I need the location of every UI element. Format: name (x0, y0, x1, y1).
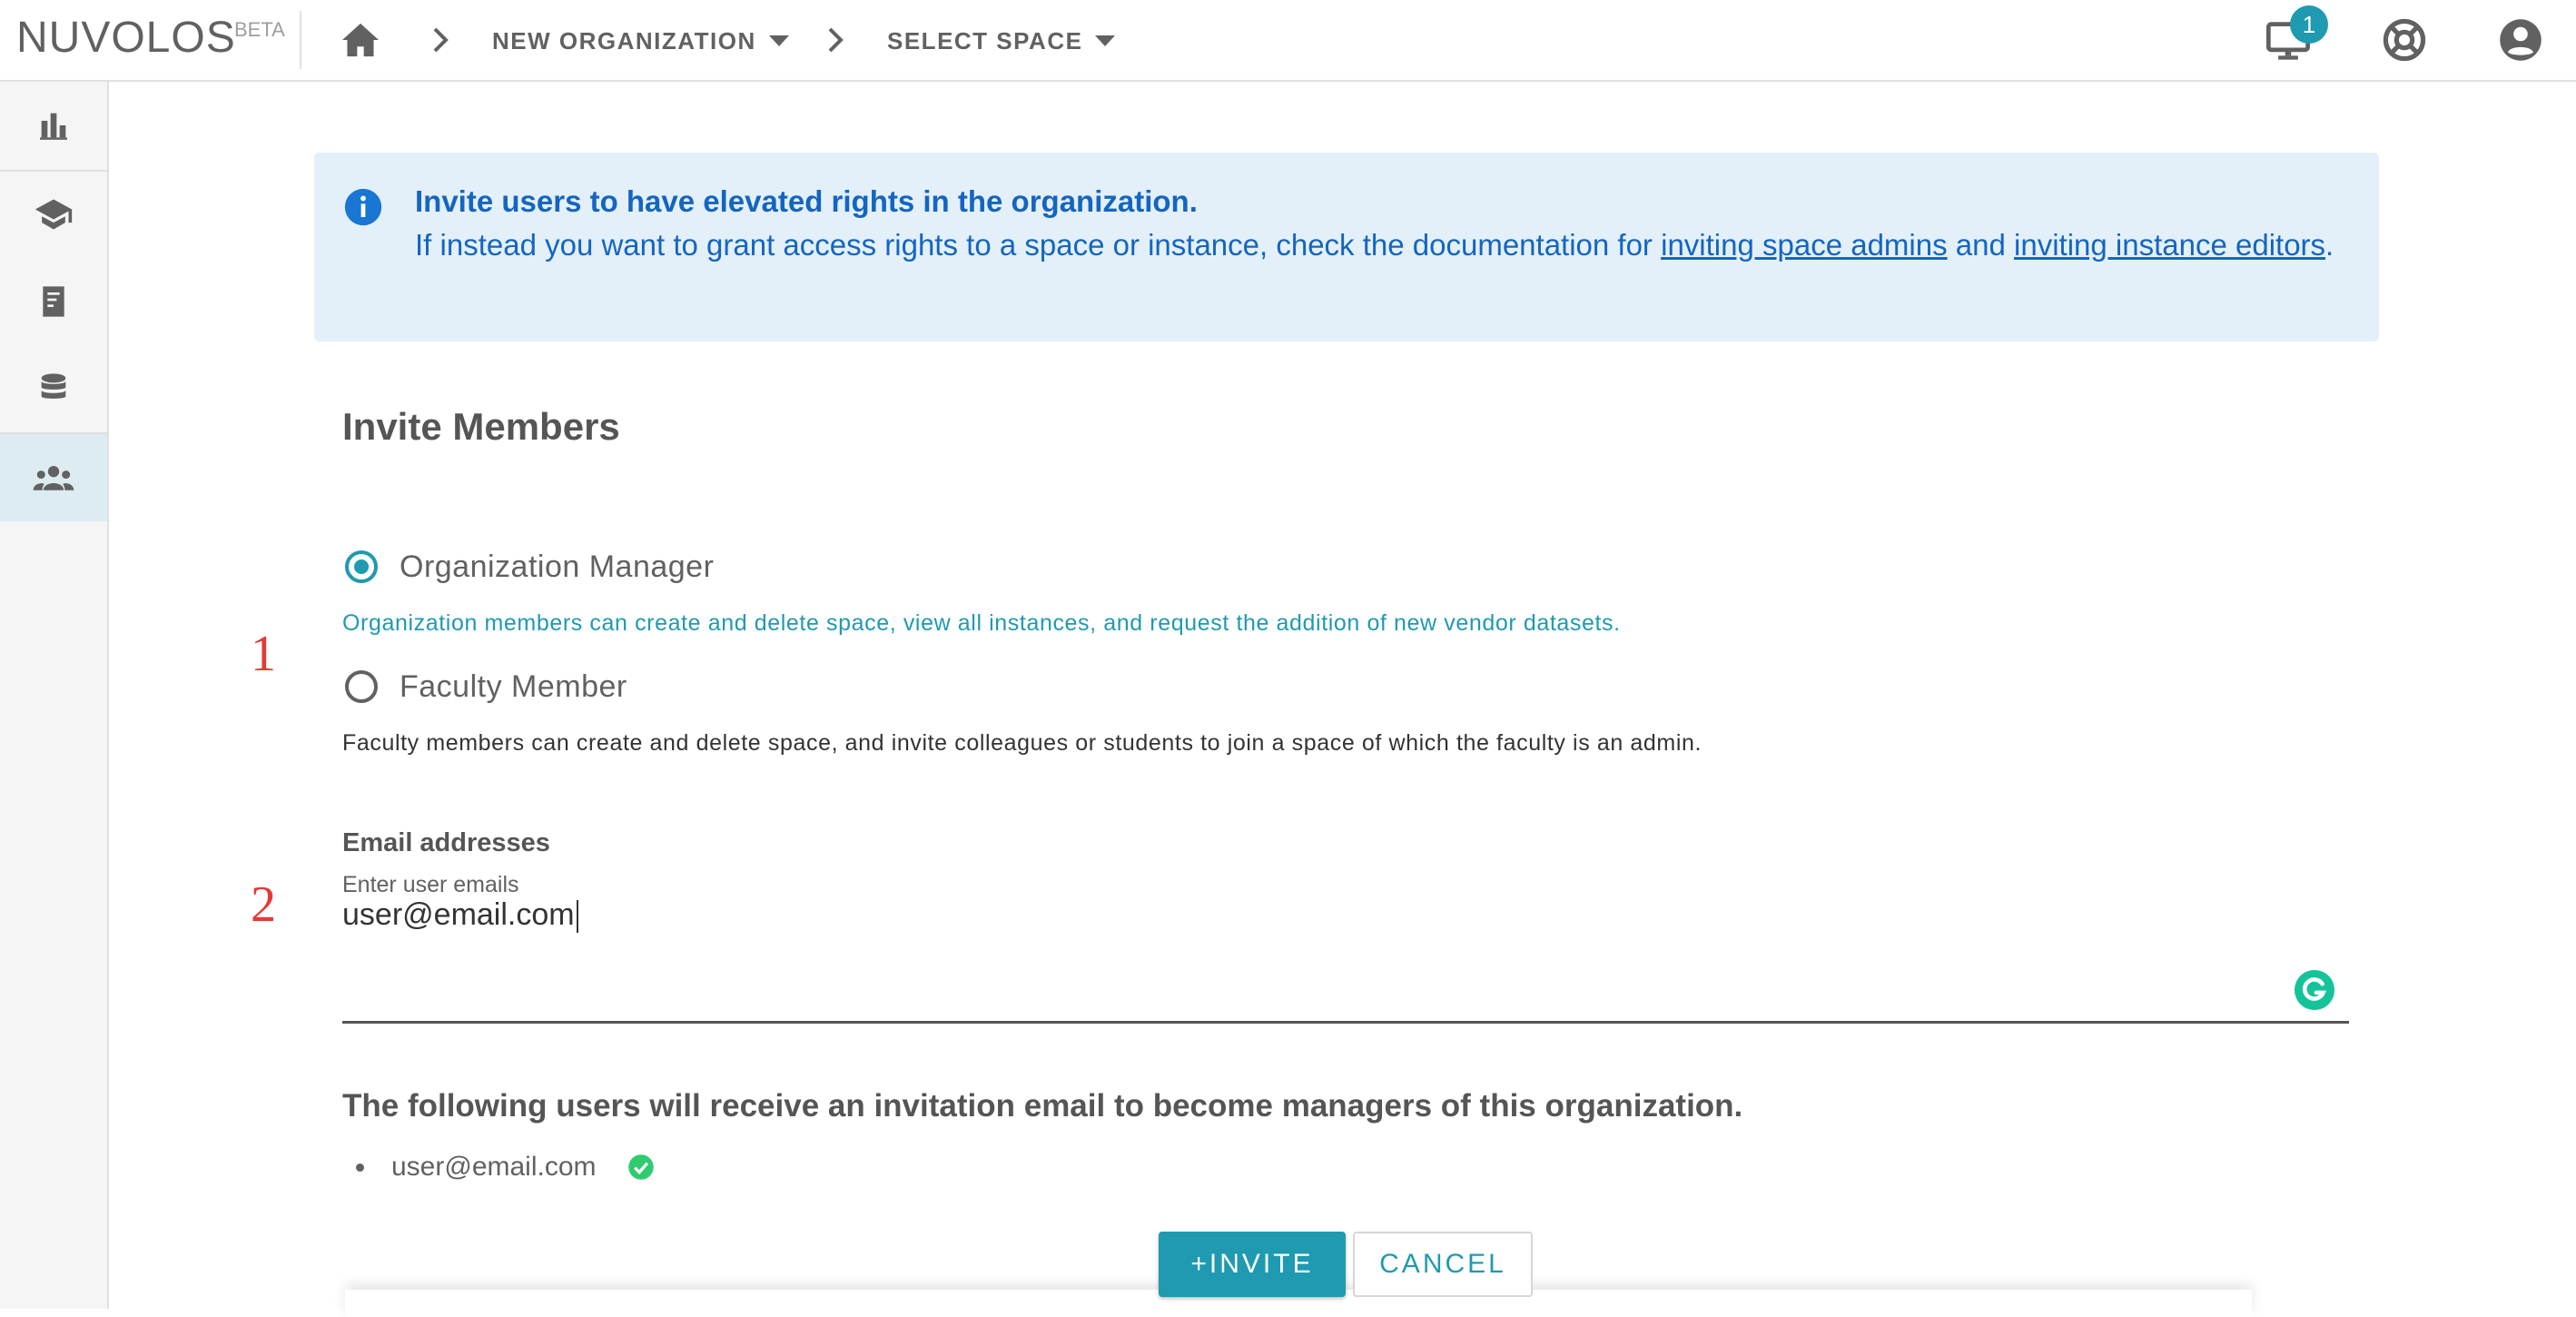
caret-down-icon (768, 35, 789, 46)
notification-badge: 1 (2290, 5, 2328, 44)
notebook-icon (43, 286, 64, 317)
cancel-button[interactable]: CANCEL (1353, 1232, 1533, 1297)
sidebar (0, 82, 109, 1309)
chevron-right-icon (433, 27, 449, 53)
radio-unchecked[interactable] (345, 670, 378, 703)
breadcrumb-organization[interactable]: NEW ORGANIZATION (492, 24, 789, 58)
role-label: Faculty Member (400, 668, 627, 704)
breadcrumb-space[interactable]: SELECT SPACE (887, 24, 1116, 58)
sidebar-item-users[interactable] (0, 434, 107, 521)
invite-button[interactable]: +INVITE (1159, 1232, 1346, 1297)
email-addresses-label: Email addresses (342, 828, 550, 857)
list-item: user@email.com (356, 1152, 655, 1183)
brand-logo[interactable]: NUVOLOS (16, 13, 236, 63)
link-inviting-space-admins[interactable]: inviting space admins (1661, 228, 1948, 262)
info-banner: Invite users to have elevated rights in … (314, 153, 2379, 342)
grammarly-icon[interactable] (2294, 969, 2335, 1011)
step-annotation-1: 1 (251, 626, 276, 682)
email-field-placeholder: Enter user emails (342, 872, 519, 897)
help-lifebuoy-icon[interactable] (2381, 16, 2428, 64)
recipients-heading: The following users will receive an invi… (342, 1088, 1743, 1124)
graduation-cap-icon (35, 199, 73, 230)
link-inviting-instance-editors[interactable]: inviting instance editors (2014, 228, 2325, 262)
text-cursor (576, 900, 578, 934)
email-field-value: user@email.com (342, 897, 575, 932)
info-body-text: If instead you want to grant access righ… (415, 228, 1662, 262)
users-icon (33, 465, 74, 490)
brand-divider (300, 11, 301, 69)
info-body: If instead you want to grant access righ… (415, 223, 2340, 267)
chevron-right-icon (828, 27, 844, 53)
role-label: Organization Manager (400, 549, 715, 584)
top-bar: NUVOLOS BETA NEW ORGANIZATION SELECT SPA… (0, 0, 2576, 82)
info-body-text: . (2325, 228, 2334, 262)
radio-checked[interactable] (345, 550, 378, 583)
email-field[interactable]: user@email.com (342, 897, 578, 934)
database-icon (41, 373, 66, 399)
invite-members-heading: Invite Members (342, 405, 620, 448)
sidebar-item-notebooks[interactable] (0, 258, 107, 345)
recipient-email: user@email.com (391, 1152, 597, 1182)
bullet (356, 1163, 364, 1172)
caret-down-icon (1095, 35, 1116, 46)
sidebar-item-dashboard[interactable] (0, 82, 107, 169)
role-option-faculty-member[interactable]: Faculty Member (345, 667, 627, 707)
sidebar-item-datasets[interactable] (0, 345, 107, 432)
info-body-text: and (1947, 228, 2015, 262)
role-hint-faculty-member: Faculty members can create and delete sp… (342, 730, 1703, 756)
email-field-underline (342, 1021, 2349, 1024)
role-option-organization-manager[interactable]: Organization Manager (345, 547, 714, 587)
sidebar-item-education[interactable] (0, 171, 107, 258)
brand-beta-tag: BETA (234, 18, 285, 41)
role-hint-organization-manager: Organization members can create and dele… (342, 610, 1621, 636)
bar-chart-icon (40, 113, 67, 140)
breadcrumb-space-label: SELECT SPACE (887, 26, 1083, 54)
account-icon[interactable] (2497, 16, 2544, 64)
check-circle-icon (627, 1154, 654, 1180)
breadcrumb-organization-label: NEW ORGANIZATION (492, 26, 756, 54)
info-icon (344, 188, 382, 226)
home-icon[interactable] (341, 22, 380, 58)
step-annotation-2: 2 (251, 876, 276, 933)
info-title: Invite users to have elevated rights in … (415, 184, 1198, 218)
